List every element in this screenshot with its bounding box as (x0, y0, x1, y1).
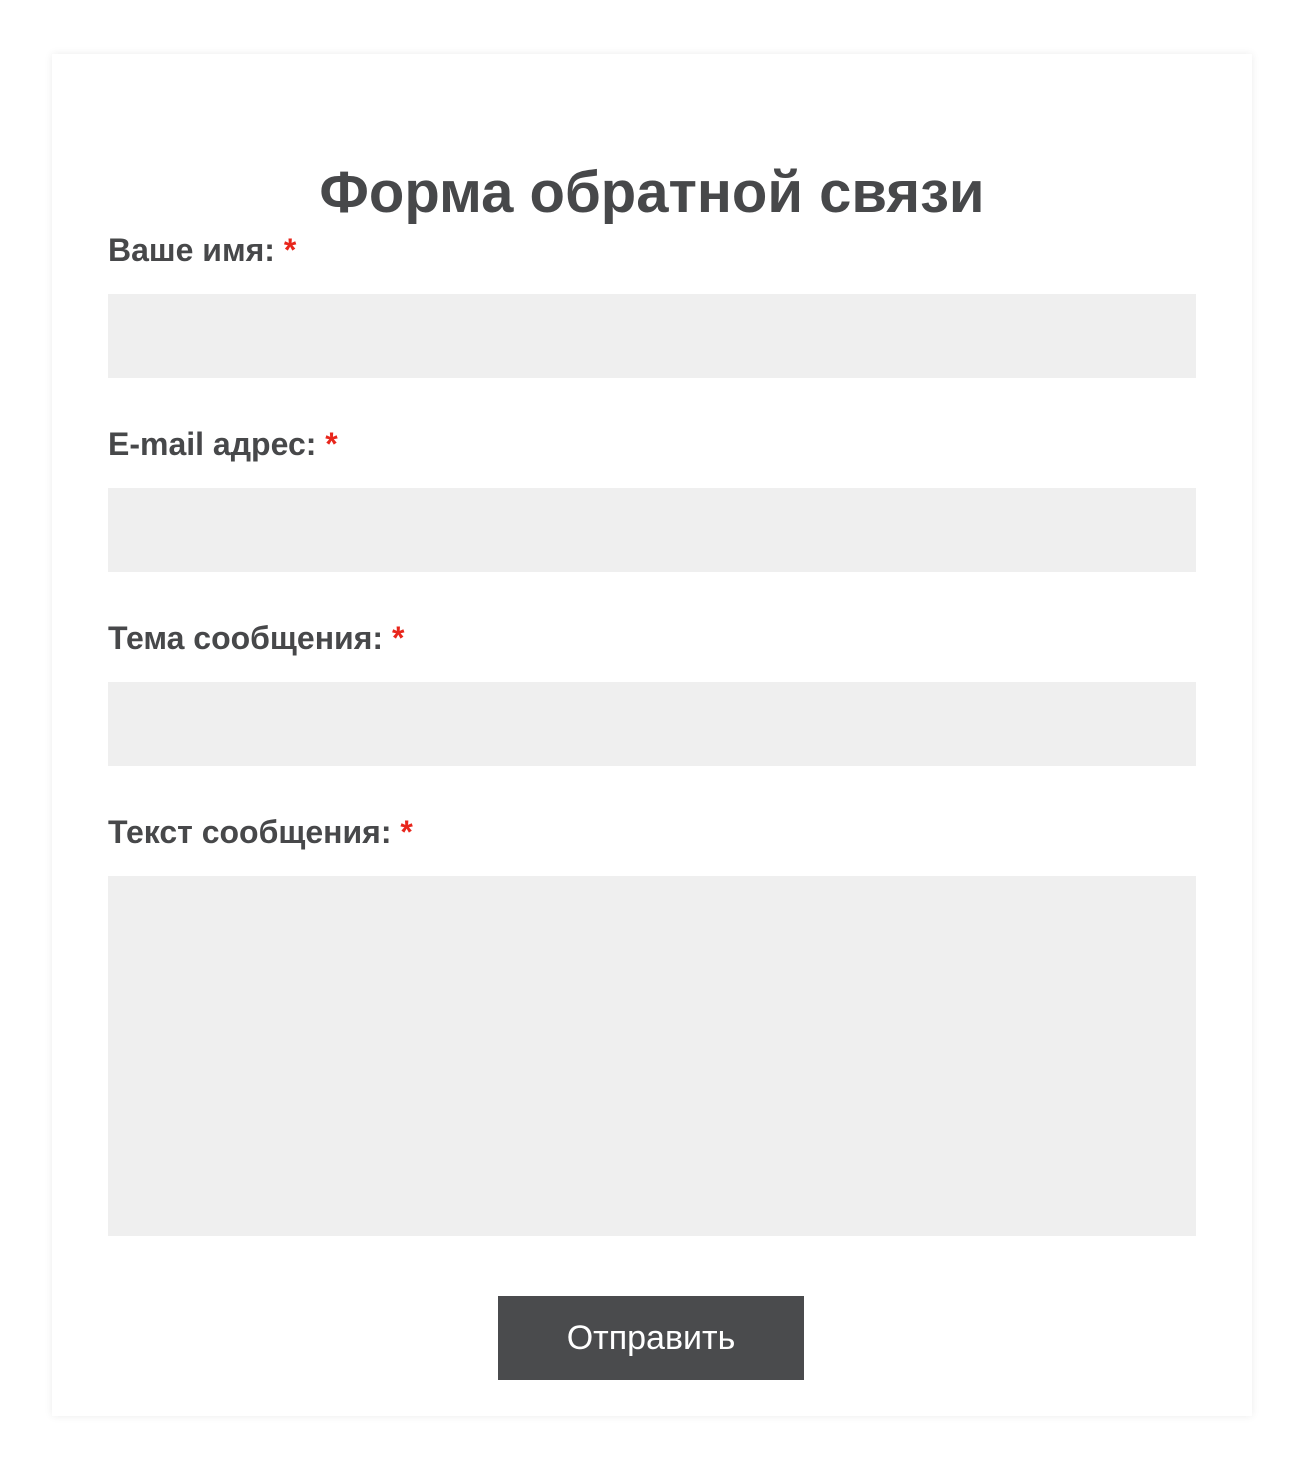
email-label: E-mail адрес: * (108, 424, 338, 464)
required-mark: * (325, 426, 338, 462)
email-input[interactable] (108, 488, 1196, 572)
feedback-form: Форма обратной связи Ваше имя: * E-mail … (52, 54, 1252, 1416)
subject-input[interactable] (108, 682, 1196, 766)
name-input[interactable] (108, 294, 1196, 378)
email-label-text: E-mail адрес: (108, 426, 317, 462)
submit-button[interactable]: Отправить (498, 1296, 804, 1380)
message-textarea[interactable] (108, 876, 1196, 1236)
form-title: Форма обратной связи (319, 160, 985, 225)
required-mark: * (283, 232, 297, 268)
name-label: Ваше имя: * (108, 230, 296, 270)
message-label-text: Текст сообщения: (108, 814, 392, 850)
required-mark: * (400, 814, 413, 850)
name-label-text: Ваше имя: (108, 232, 275, 268)
message-label: Текст сообщения: * (108, 812, 413, 852)
subject-label: Тема сообщения: * (108, 618, 404, 658)
required-mark: * (391, 620, 405, 656)
subject-label-text: Тема сообщения: (108, 620, 384, 656)
